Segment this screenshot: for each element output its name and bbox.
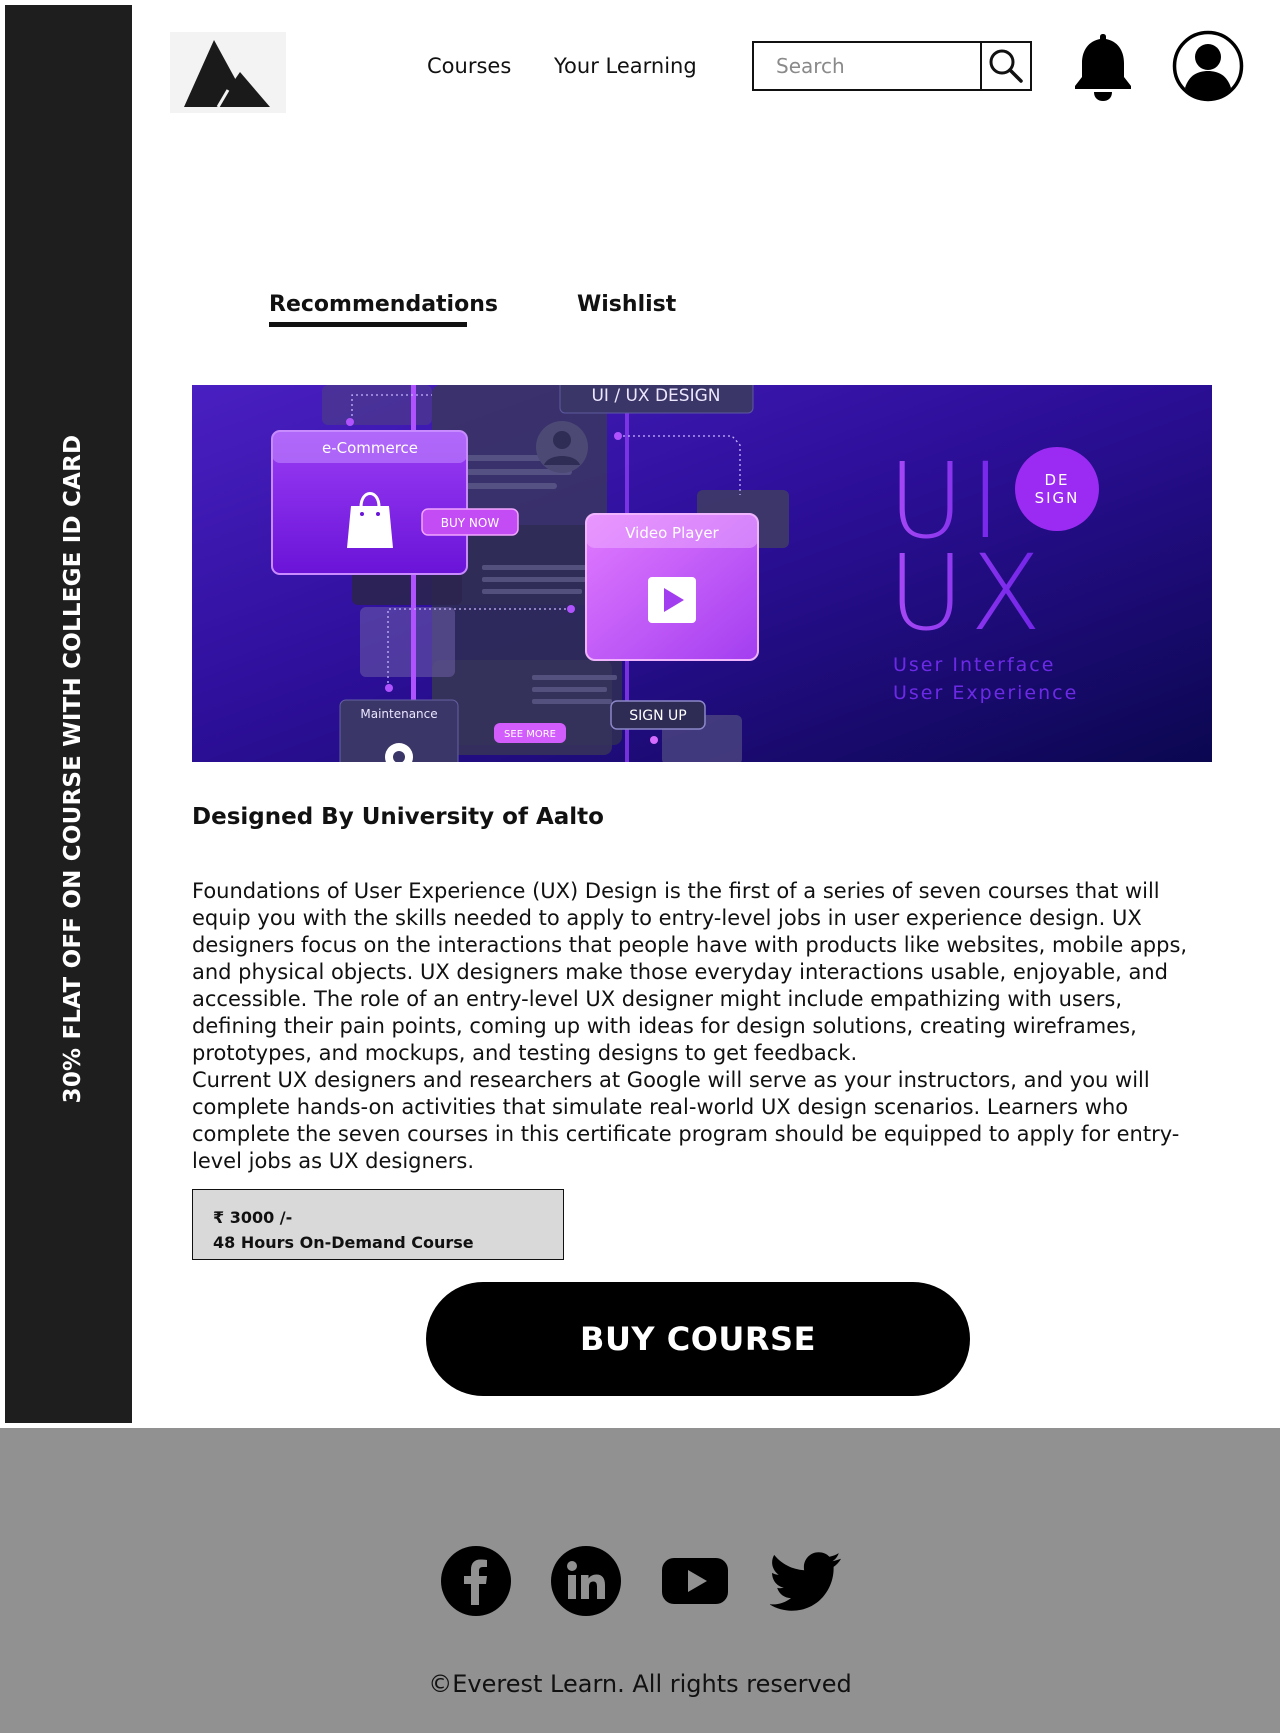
promo-text: 30% FLAT OFF ON COURSE WITH COLLEGE ID C… <box>60 434 86 1104</box>
banner-sign-up: SIGN UP <box>629 708 686 724</box>
linkedin-icon <box>551 1546 621 1616</box>
twitter-icon <box>769 1552 841 1611</box>
facebook-link[interactable] <box>440 1545 512 1617</box>
notification-button[interactable] <box>1072 30 1134 102</box>
banner-see-more: SEE MORE <box>504 729 556 740</box>
nav-your-learning[interactable]: Your Learning <box>554 54 697 78</box>
youtube-icon <box>662 1558 728 1604</box>
banner-big-ux: UX <box>888 532 1047 654</box>
price-box: ₹ 3000 /- 48 Hours On-Demand Course <box>192 1189 564 1260</box>
course-price: ₹ 3000 /- <box>213 1208 293 1227</box>
search-icon <box>989 49 1023 83</box>
user-avatar-icon <box>1172 30 1244 102</box>
profile-button[interactable] <box>1172 30 1244 102</box>
banner-badge-line-1: DE <box>1044 471 1069 489</box>
course-designer: Designed By University of Aalto <box>192 804 604 830</box>
search-button[interactable] <box>980 43 1030 89</box>
youtube-link[interactable] <box>660 1545 730 1617</box>
search-input[interactable] <box>754 43 978 89</box>
copyright-text: ©Everest Learn. All rights reserved <box>428 1670 852 1698</box>
logo[interactable] <box>170 32 286 113</box>
search-bar <box>752 41 1032 91</box>
linkedin-link[interactable] <box>550 1545 622 1617</box>
course-description-paragraph-2: Current UX designers and researchers at … <box>192 1068 1180 1173</box>
banner-title-tag: UI / UX DESIGN <box>591 386 720 406</box>
banner-buy-now: BUY NOW <box>441 516 500 530</box>
course-description: Foundations of User Experience (UX) Desi… <box>192 878 1210 1175</box>
bell-icon <box>1075 34 1131 101</box>
active-tab-indicator <box>269 322 467 327</box>
twitter-link[interactable] <box>769 1545 842 1617</box>
promo-sidebar: 30% FLAT OFF ON COURSE WITH COLLEGE ID C… <box>5 5 132 1423</box>
course-banner: UI / UX DESIGN e-Commerce BUY NOW Video … <box>192 385 1212 762</box>
tab-recommendations[interactable]: Recommendations <box>269 292 498 317</box>
banner-subtitle-1: User Interface <box>893 654 1055 676</box>
nav-courses[interactable]: Courses <box>427 54 511 78</box>
buy-course-button[interactable]: BUY COURSE <box>426 1282 970 1396</box>
banner-video-player-label: Video Player <box>625 524 719 542</box>
course-duration: 48 Hours On-Demand Course <box>213 1233 474 1252</box>
banner-subtitle-2: User Experience <box>893 682 1078 704</box>
banner-maintenance-label: Maintenance <box>360 707 437 721</box>
banner-ecommerce-label: e-Commerce <box>322 439 418 457</box>
course-description-paragraph-1: Foundations of User Experience (UX) Desi… <box>192 879 1188 1065</box>
mountain-logo-icon <box>184 40 270 108</box>
tab-wishlist[interactable]: Wishlist <box>577 292 676 317</box>
facebook-icon <box>441 1546 511 1616</box>
banner-badge-line-2: SIGN <box>1035 489 1080 507</box>
